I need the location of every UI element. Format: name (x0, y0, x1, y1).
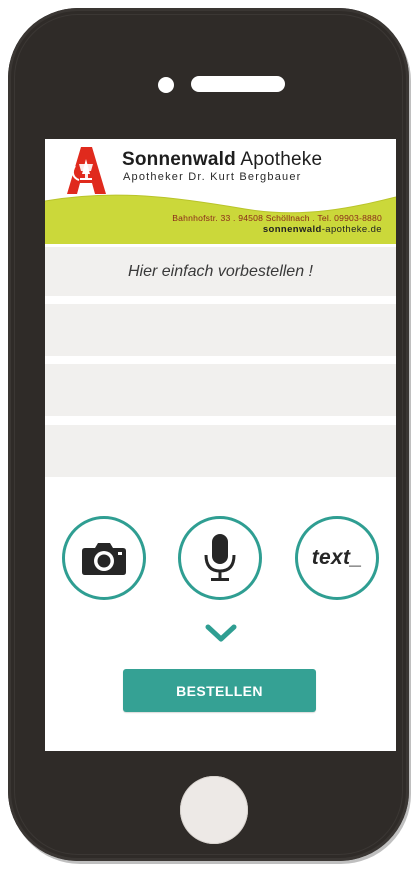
home-button[interactable] (180, 776, 248, 844)
voice-record-button[interactable] (178, 516, 262, 600)
website-domain-rest: -apotheke.de (321, 224, 382, 235)
brand-type: Apotheke (240, 149, 323, 170)
brand-subtitle: Apotheker Dr. Kurt Bergbauer (123, 171, 302, 183)
microphone-icon (204, 534, 236, 581)
front-camera (158, 77, 174, 93)
photo-upload-button[interactable] (62, 516, 146, 600)
pharmacy-header: Sonnenwald Apotheke Apotheker Dr. Kurt B… (45, 139, 396, 244)
speaker-grille (191, 76, 285, 92)
order-field-2[interactable] (45, 364, 396, 416)
apotheke-logo-icon (67, 147, 106, 194)
website-domain-bold: sonnenwald (262, 224, 322, 235)
text-button-label: text_ (311, 546, 363, 569)
order-submit-button[interactable]: BESTELLEN (123, 669, 316, 712)
stage: Sonnenwald Apotheke Apotheker Dr. Kurt B… (0, 0, 417, 869)
text-input-button[interactable]: text_ (295, 516, 379, 600)
order-field-1[interactable] (45, 304, 396, 356)
brand-name: Sonnenwald (122, 149, 236, 170)
pharmacy-address: Bahnhofstr. 33 . 94508 Schöllnach . Tel.… (172, 213, 382, 223)
brand-title: Sonnenwald Apotheke (122, 149, 322, 171)
phone-frame: Sonnenwald Apotheke Apotheker Dr. Kurt B… (8, 8, 409, 861)
pharmacy-website-link[interactable]: sonnenwald-apotheke.de (263, 224, 382, 235)
order-intro-text: Hier einfach vorbestellen ! (45, 247, 396, 296)
app-screen: Sonnenwald Apotheke Apotheker Dr. Kurt B… (45, 139, 396, 751)
chevron-down-icon[interactable] (205, 623, 237, 643)
order-field-3[interactable] (45, 425, 396, 477)
camera-icon (82, 543, 126, 575)
